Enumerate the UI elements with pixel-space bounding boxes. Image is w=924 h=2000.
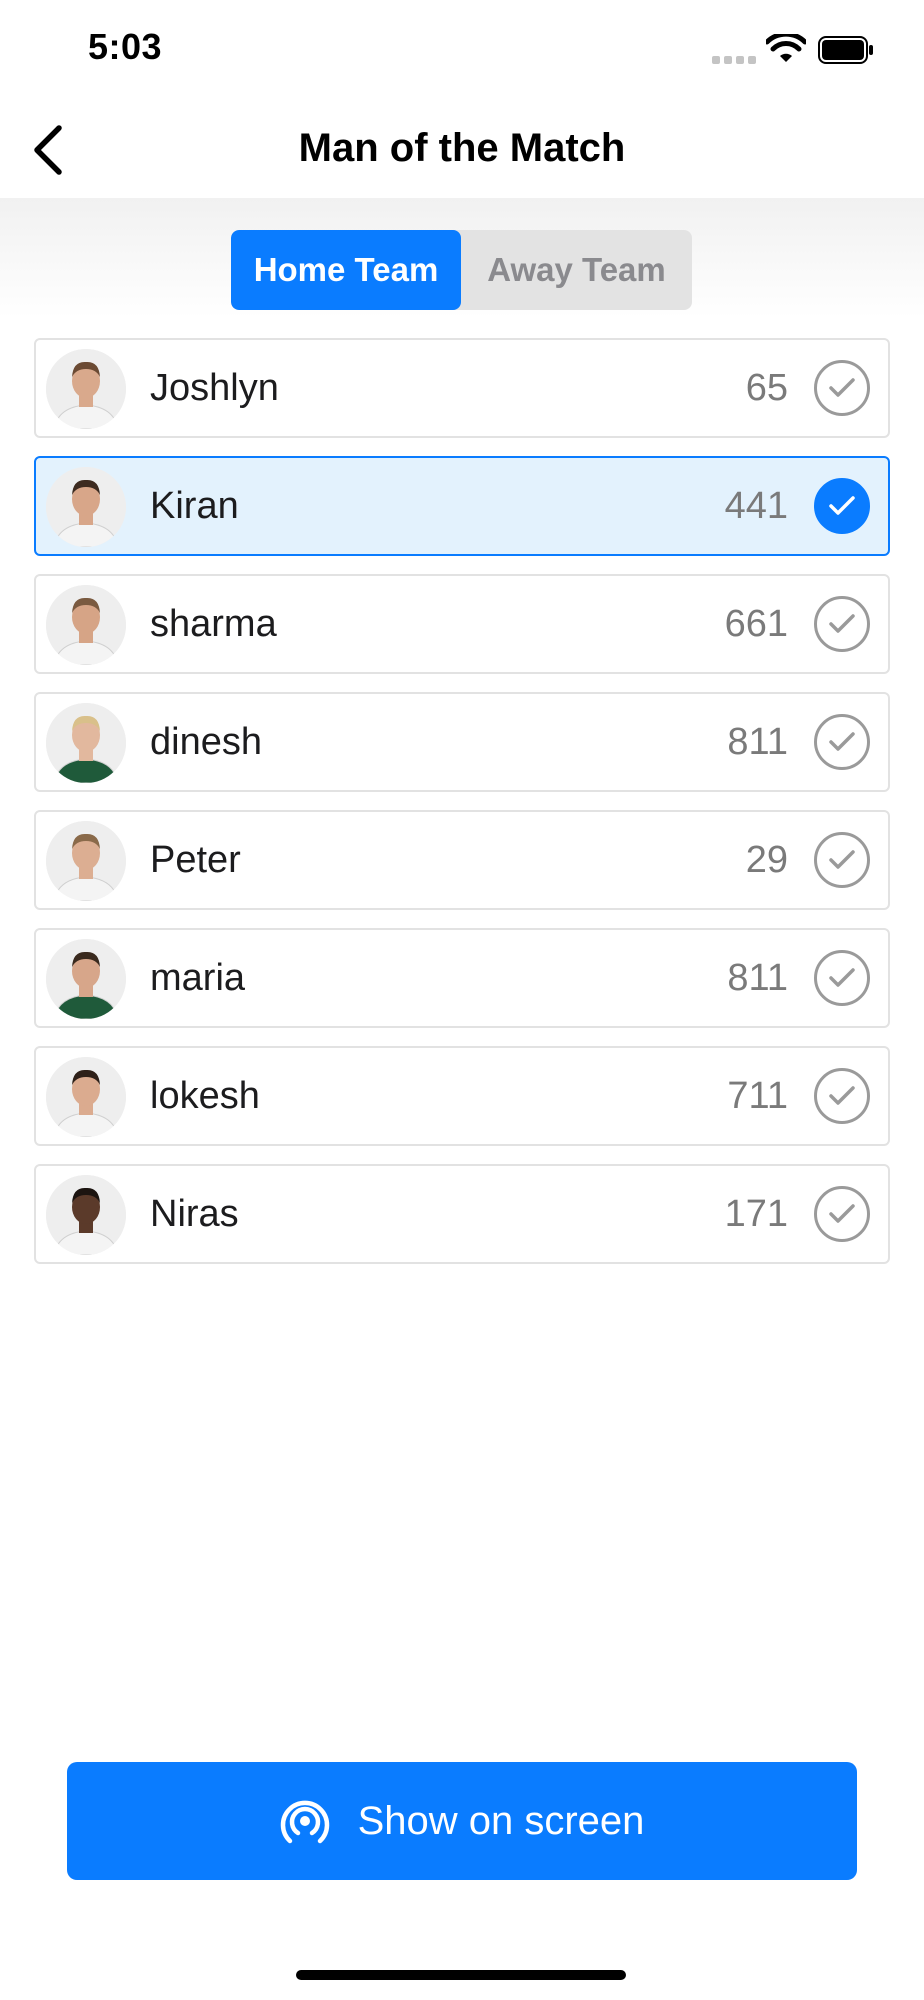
page-title: Man of the Match	[298, 126, 626, 170]
player-row[interactable]: dinesh 811	[34, 692, 890, 792]
player-votes: 171	[724, 1193, 788, 1235]
team-segmented-control: Home Team Away Team	[231, 230, 692, 310]
player-name: Niras	[150, 1193, 239, 1235]
status-time: 5:03	[88, 26, 163, 67]
battery-icon	[818, 36, 873, 64]
team-selector-area: Home Team Away Team	[0, 198, 924, 318]
checkmark-circle-icon[interactable]	[814, 360, 870, 416]
player-name: lokesh	[150, 1075, 260, 1117]
player-name: sharma	[150, 603, 277, 645]
tab-home-team[interactable]: Home Team	[231, 230, 461, 310]
player-row[interactable]: Peter 29	[34, 810, 890, 910]
checkmark-circle-icon[interactable]	[814, 1186, 870, 1242]
player-votes: 661	[724, 603, 788, 645]
player-votes: 811	[727, 957, 788, 999]
checkmark-circle-icon[interactable]	[814, 478, 870, 534]
player-name: dinesh	[150, 721, 262, 763]
player-row[interactable]: Niras 171	[34, 1164, 890, 1264]
checkmark-circle-icon[interactable]	[814, 596, 870, 652]
wifi-icon	[766, 34, 806, 62]
player-row[interactable]: maria 811	[34, 928, 890, 1028]
player-row[interactable]: sharma 661	[34, 574, 890, 674]
player-name: maria	[150, 957, 246, 999]
show-on-screen-button[interactable]: Show on screen	[67, 1762, 857, 1880]
home-indicator	[296, 1970, 626, 1980]
checkmark-circle-icon[interactable]	[814, 714, 870, 770]
player-row[interactable]: Joshlyn 65	[34, 338, 890, 438]
player-votes: 441	[724, 485, 788, 527]
avatar	[46, 467, 126, 547]
player-votes: 811	[727, 721, 788, 763]
broadcast-icon	[280, 1800, 329, 1844]
player-row[interactable]: Kiran 441	[34, 456, 890, 556]
navigation-bar: Man of the Match	[0, 100, 924, 198]
player-votes: 29	[745, 839, 788, 881]
player-row[interactable]: lokesh 711	[34, 1046, 890, 1146]
checkmark-circle-icon[interactable]	[814, 950, 870, 1006]
player-name: Peter	[150, 839, 241, 881]
avatar	[46, 703, 126, 783]
player-name: Joshlyn	[150, 367, 279, 409]
player-votes: 711	[727, 1075, 788, 1117]
checkmark-circle-icon[interactable]	[814, 832, 870, 888]
avatar	[46, 1057, 126, 1137]
player-votes: 65	[745, 367, 788, 409]
avatar	[46, 821, 126, 901]
player-list: Joshlyn 65 Kiran 441 sharma 661 dinesh 8…	[34, 338, 890, 1282]
avatar	[46, 1175, 126, 1255]
avatar	[46, 939, 126, 1019]
player-name: Kiran	[150, 485, 239, 527]
avatar	[46, 349, 126, 429]
cellular-signal-icon	[712, 56, 756, 64]
avatar	[46, 585, 126, 665]
show-on-screen-label: Show on screen	[357, 1798, 645, 1843]
checkmark-circle-icon[interactable]	[814, 1068, 870, 1124]
tab-away-team[interactable]: Away Team	[461, 230, 692, 310]
status-bar: 5:03	[0, 0, 924, 100]
